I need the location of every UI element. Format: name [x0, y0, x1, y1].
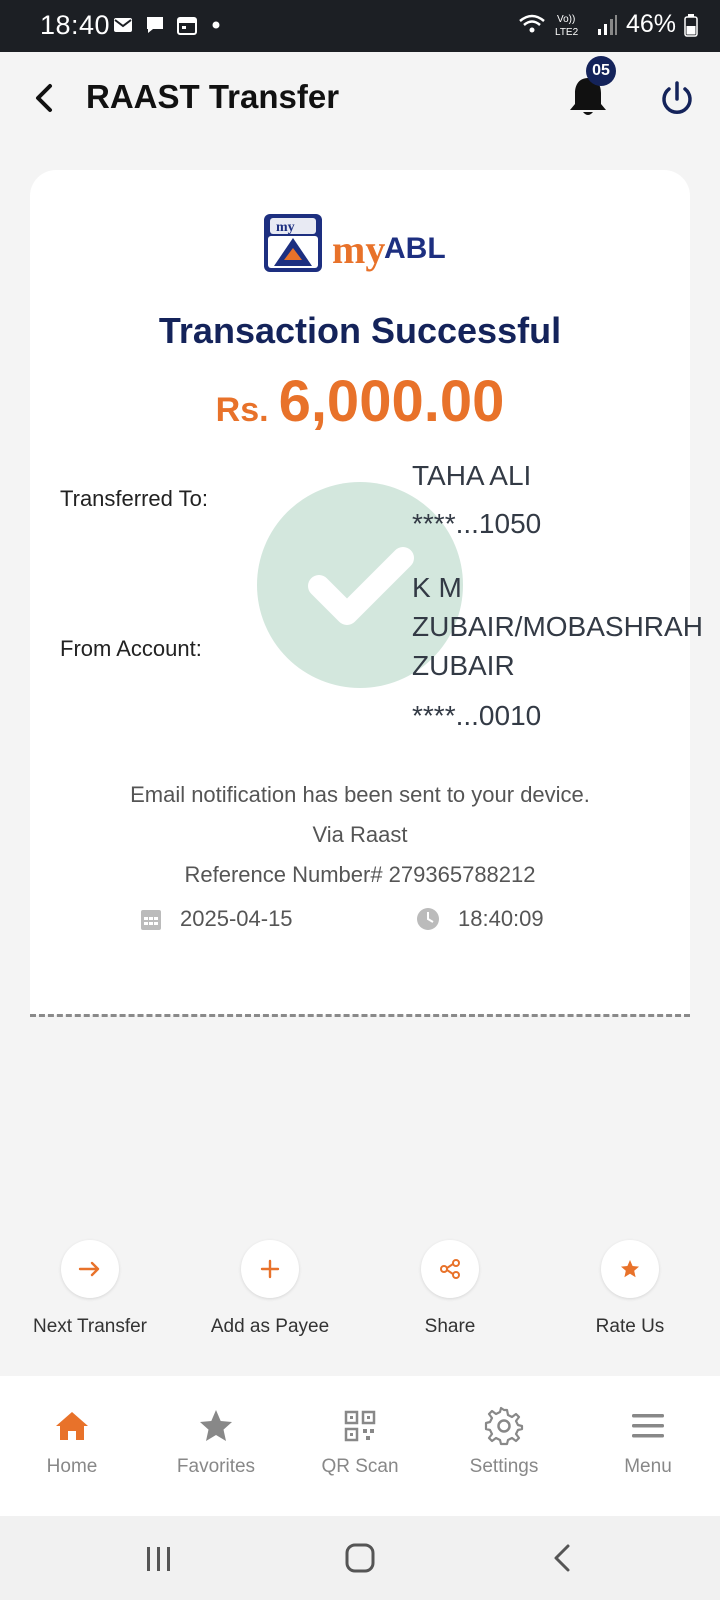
- from-account-label: From Account:: [60, 636, 202, 661]
- nav-home-label: Home: [46, 1456, 98, 1477]
- recent-apps-icon[interactable]: [144, 1544, 174, 1574]
- transaction-time: 18:40:09: [416, 906, 544, 932]
- date-value: 2025-04-15: [180, 906, 293, 931]
- nav-qr-scan[interactable]: QR Scan: [288, 1376, 432, 1516]
- logo-text-my: my: [332, 227, 386, 272]
- back-arrow-icon[interactable]: [30, 78, 60, 118]
- svg-text:LTE2: LTE2: [555, 27, 579, 38]
- transaction-date: 2025-04-15: [140, 906, 293, 932]
- email-notice: Email notification has been sent to your…: [130, 782, 590, 807]
- rate-us-label: Rate Us: [595, 1316, 665, 1337]
- next-transfer-button[interactable]: Next Transfer: [0, 1240, 180, 1338]
- via-text: Via Raast: [312, 822, 408, 847]
- from-account-number: ****...0010: [412, 700, 542, 731]
- receipt-perforated-edge: [30, 1014, 690, 1018]
- myabl-logo: my my ABL: [262, 212, 462, 282]
- nav-settings[interactable]: Settings: [432, 1376, 576, 1516]
- page-title: RAAST Transfer: [86, 78, 340, 115]
- logo-text-abl: ABL: [384, 232, 446, 265]
- plus-icon: [241, 1240, 299, 1298]
- star-icon: [200, 1410, 232, 1441]
- status-bar: 18:40 Vo)) LTE2 46%: [0, 0, 720, 52]
- add-payee-button[interactable]: Add as Payee: [180, 1240, 360, 1338]
- reference-number: Reference Number# 279365788212: [184, 862, 536, 887]
- transferred-to-label: Transferred To:: [60, 486, 208, 511]
- clock-icon: [417, 908, 439, 930]
- amount-value: 6,000.00: [278, 369, 505, 434]
- status-time: 18:40: [40, 10, 111, 40]
- back-system-icon[interactable]: [550, 1542, 574, 1574]
- volte-icon: Vo)) LTE2: [555, 14, 579, 38]
- mail-icon: [114, 18, 132, 32]
- nav-menu[interactable]: Menu: [576, 1376, 720, 1516]
- battery-percent: 46%: [625, 10, 676, 38]
- bottom-navigation: Home Favorites QR Scan Settings Menu: [0, 1376, 720, 1516]
- status-notification-icons: [112, 14, 230, 36]
- from-account-name-line3: ZUBAIR: [412, 650, 515, 681]
- share-button[interactable]: Share: [360, 1240, 540, 1338]
- nav-qr-scan-label: QR Scan: [321, 1456, 399, 1477]
- abl-logo-icon: my: [264, 214, 322, 272]
- message-icon: [147, 17, 163, 33]
- qr-icon: [344, 1410, 376, 1442]
- next-transfer-label: Next Transfer: [32, 1316, 148, 1337]
- from-account-name-line1: K M: [412, 572, 462, 603]
- power-icon[interactable]: [658, 80, 696, 118]
- home-system-icon[interactable]: [344, 1542, 376, 1574]
- svg-text:Vo)): Vo)): [557, 14, 575, 25]
- time-value: 18:40:09: [458, 906, 544, 931]
- add-payee-label: Add as Payee: [210, 1316, 330, 1337]
- nav-favorites[interactable]: Favorites: [144, 1376, 288, 1516]
- nav-favorites-label: Favorites: [176, 1456, 256, 1477]
- currency-label: Rs.: [215, 391, 269, 429]
- wifi-icon: [519, 14, 545, 32]
- rate-us-button[interactable]: Rate Us: [540, 1240, 720, 1338]
- share-label: Share: [424, 1316, 476, 1337]
- system-navigation-bar: [0, 1516, 720, 1600]
- status-system-icons: Vo)) LTE2 46%: [518, 10, 698, 39]
- home-icon: [56, 1412, 88, 1440]
- arrow-right-icon: [61, 1240, 119, 1298]
- svg-text:my: my: [276, 220, 295, 235]
- gear-icon: [484, 1406, 524, 1446]
- transaction-status-title: Transaction Successful: [158, 310, 562, 351]
- transferred-to-account: ****...1050: [412, 508, 542, 539]
- app-header: RAAST Transfer 05: [0, 52, 720, 144]
- menu-icon: [632, 1414, 664, 1438]
- transaction-amount: Rs. 6,000.00: [30, 368, 690, 435]
- calendar-icon: [177, 17, 197, 35]
- transferred-to-name: TAHA ALI: [412, 460, 532, 491]
- star-icon: [601, 1240, 659, 1298]
- battery-icon: [684, 13, 698, 37]
- nav-settings-label: Settings: [469, 1456, 539, 1477]
- dot-icon: [212, 21, 220, 29]
- share-icon: [421, 1240, 479, 1298]
- calendar-icon: [141, 910, 161, 930]
- from-account-name-line2: ZUBAIR/MOBASHRAH: [412, 611, 703, 642]
- nav-home[interactable]: Home: [0, 1376, 144, 1516]
- nav-menu-label: Menu: [624, 1456, 672, 1477]
- signal-icon: [597, 14, 617, 35]
- receipt-card: my my ABL Transaction Successful Rs. 6,00…: [30, 170, 703, 1015]
- notification-badge: 05: [586, 56, 616, 86]
